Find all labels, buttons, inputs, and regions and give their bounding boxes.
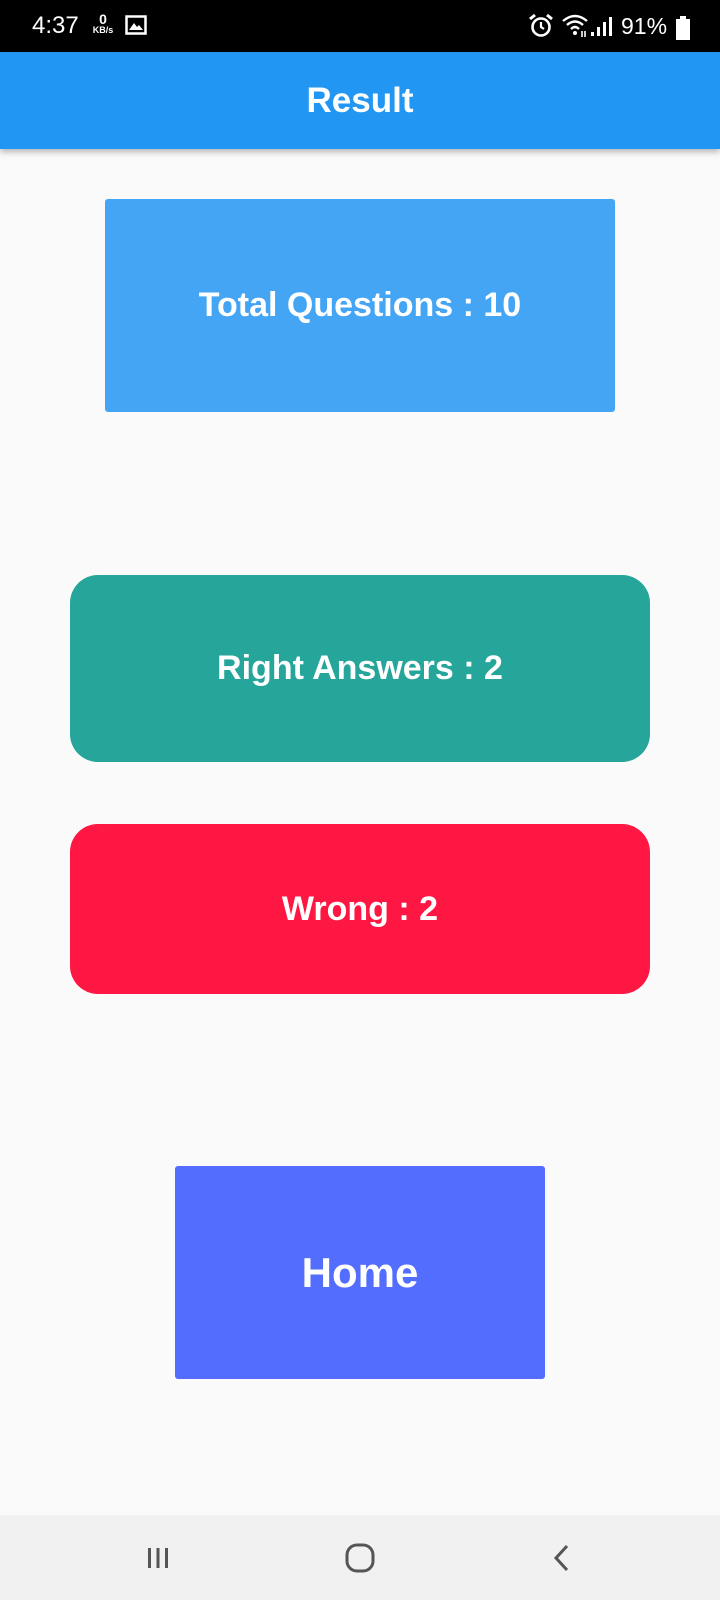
battery-percent: 91%	[621, 13, 668, 39]
recents-button[interactable]	[128, 1535, 188, 1581]
total-questions-text: Total Questions : 10	[198, 286, 522, 324]
signal-icon	[590, 16, 614, 41]
network-speed-unit: KB/s	[92, 25, 114, 35]
wifi-icon	[561, 13, 589, 42]
home-nav-button[interactable]	[330, 1535, 390, 1581]
status-bar: 4:37 0 KB/s 91%	[0, 0, 720, 52]
home-button[interactable]: Home	[175, 1166, 545, 1379]
recents-icon	[148, 1548, 168, 1568]
alarm-icon	[528, 13, 554, 44]
network-speed: 0 KB/s	[90, 12, 116, 35]
back-button[interactable]	[532, 1535, 592, 1581]
wrong-answers-text: Wrong : 2	[281, 889, 439, 928]
right-answers-card: Right Answers : 2	[70, 575, 650, 762]
page-title: Result	[306, 80, 414, 120]
home-button-label: Home	[301, 1248, 419, 1296]
total-questions-card: Total Questions : 10	[105, 199, 615, 412]
home-circle-icon	[345, 1543, 375, 1573]
gallery-icon	[125, 15, 147, 40]
network-speed-value: 0	[99, 11, 107, 27]
status-time: 4:37	[32, 12, 79, 39]
battery-icon	[676, 16, 690, 45]
app-bar: Result	[0, 52, 720, 149]
right-answers-text: Right Answers : 2	[217, 649, 503, 687]
back-icon	[553, 1544, 569, 1572]
wrong-answers-card: Wrong : 2	[70, 824, 650, 994]
system-nav-bar	[0, 1515, 720, 1600]
